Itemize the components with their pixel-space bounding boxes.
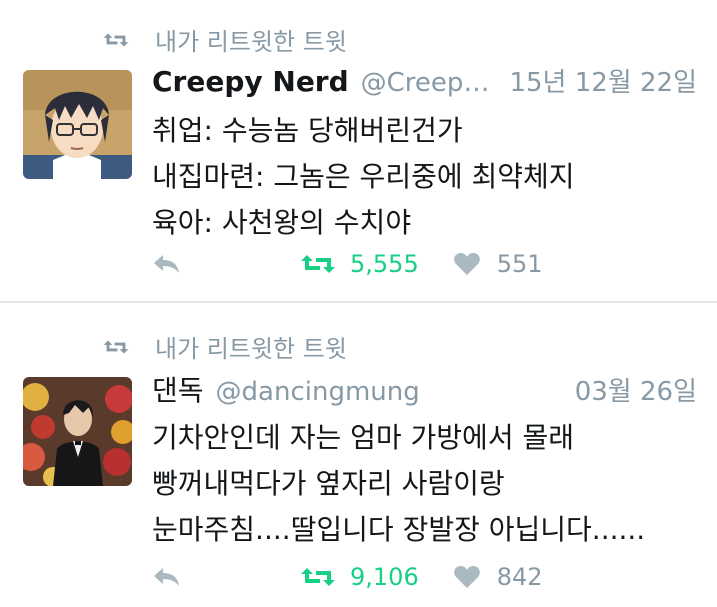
tweet-date[interactable]: 15년 12월 22일 <box>497 62 697 99</box>
like-count: 551 <box>496 250 543 278</box>
like-icon[interactable] <box>453 252 481 276</box>
tweet-text-line: 눈마주침....딸입니다 장발장 아닙니다...... <box>152 513 646 546</box>
tweet-text: 취업: 수능놈 당해버린건가 내집마련: 그놈은 우리중에 최약체지 육아: 사… <box>152 108 697 246</box>
retweet-context-label: 내가 리트윗한 트윗 <box>155 28 347 56</box>
tweet-date[interactable]: 03월 26일 <box>563 371 697 408</box>
tweet-text-line: 내집마련: 그놈은 우리중에 최약체지 <box>152 160 575 193</box>
like-count: 842 <box>496 563 543 591</box>
tweet-text-line: 취업: 수능놈 당해버린건가 <box>152 114 463 147</box>
tweet-text-line: 기차안인데 자는 엄마 가방에서 몰래 <box>152 421 575 454</box>
tweet-actions: 5,555 551 <box>152 250 543 278</box>
retweet-icon <box>103 33 129 46</box>
tweet-text: 기차안인데 자는 엄마 가방에서 몰래 빵꺼내먹다가 옆자리 사람이랑 눈마주침… <box>152 415 697 553</box>
tweet-header: Creepy Nerd @Creepy_N... 15년 12월 22일 <box>152 62 697 99</box>
user-handle[interactable]: @Creepy_N... <box>361 68 498 98</box>
retweet-icon <box>103 340 129 353</box>
tweet-actions: 9,106 842 <box>152 563 543 591</box>
tweet-text-line: 빵꺼내먹다가 옆자리 사람이랑 <box>152 467 505 500</box>
photo-avatar-flowers <box>23 377 132 486</box>
tweet-card[interactable]: 내가 리트윗한 트윗 Creepy Nerd @Creepy_N... 15년 … <box>0 0 717 303</box>
retweet-button-icon[interactable] <box>300 252 336 276</box>
reply-icon[interactable] <box>152 566 182 588</box>
reply-icon[interactable] <box>152 253 182 275</box>
retweet-context-label: 내가 리트윗한 트윗 <box>155 335 347 363</box>
tweet-header: 댄독 @dancingmung 03월 26일 <box>152 369 697 409</box>
retweet-context: 내가 리트윗한 트윗 <box>103 329 347 364</box>
like-icon[interactable] <box>453 565 481 589</box>
retweet-context: 내가 리트윗한 트윗 <box>103 22 347 57</box>
user-name[interactable]: 댄독 <box>152 369 204 409</box>
tweet-card[interactable]: 내가 리트윗한 트윗 댄독 @dancingmung 03월 26일 기차안인데… <box>0 303 717 606</box>
retweet-count: 5,555 <box>350 250 419 278</box>
anime-character-avatar <box>23 70 132 179</box>
user-handle[interactable]: @dancingmung <box>216 377 420 407</box>
tweet-text-line: 육아: 사천왕의 수치야 <box>152 206 412 239</box>
retweet-button-icon[interactable] <box>300 565 336 589</box>
user-name[interactable]: Creepy Nerd <box>152 65 349 98</box>
retweet-count: 9,106 <box>350 563 419 591</box>
avatar[interactable] <box>23 70 132 179</box>
avatar[interactable] <box>23 377 132 486</box>
